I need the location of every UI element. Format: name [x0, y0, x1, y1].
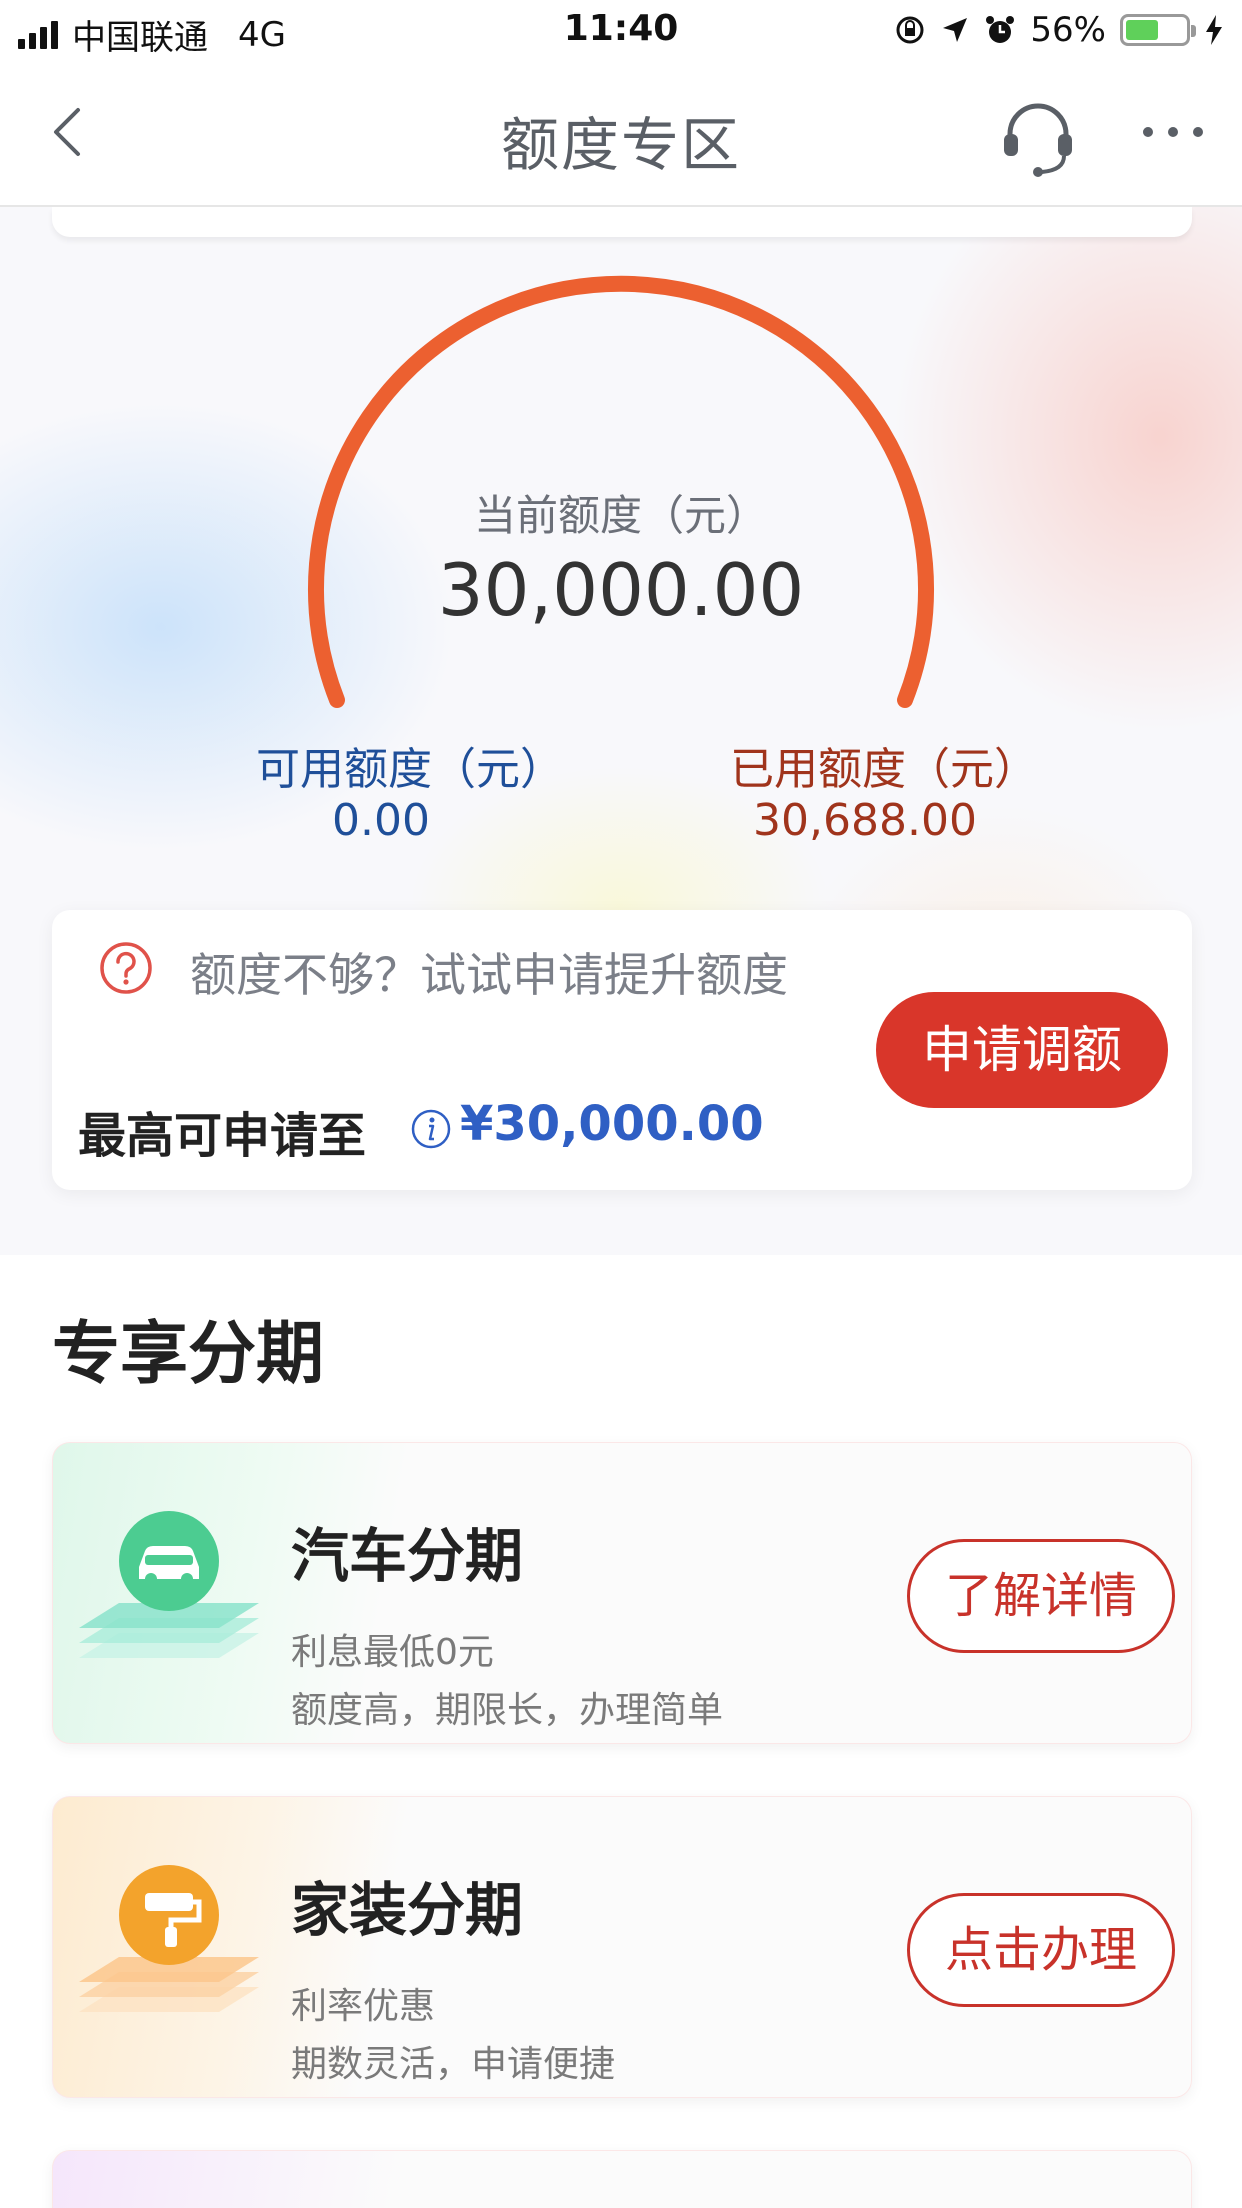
raise-limit-prompt: 额度不够？试试申请提升额度 — [190, 948, 788, 1002]
available-credit-value: 0.00 — [332, 795, 430, 846]
used-credit-value: 30,688.00 — [753, 795, 977, 846]
apply-adjust-button[interactable]: 申请调额 — [876, 992, 1168, 1108]
product-feature: 额度高，期限长，办理简单 — [291, 1690, 724, 1731]
raise-limit-card: 额度不够？试试申请提升额度 最高可申请至 ¥30,000.00 申请调额 — [52, 910, 1192, 1190]
battery-icon — [1120, 14, 1196, 46]
current-credit-label: 当前额度（元） — [473, 491, 768, 540]
used-credit-label: 已用额度（元） — [730, 744, 1038, 795]
rotation-lock-icon — [896, 16, 924, 44]
product-card-partial[interactable] — [52, 2150, 1192, 2208]
product-title: 家装分期 — [291, 1876, 524, 1944]
product-feature: 利息最低0元 — [291, 1632, 494, 1673]
learn-more-button[interactable]: 了解详情 — [907, 1539, 1175, 1653]
available-credit-label: 可用额度（元） — [256, 744, 564, 795]
question-circle-icon — [100, 942, 152, 994]
more-dots-icon[interactable] — [1138, 112, 1208, 152]
headset-icon[interactable] — [998, 98, 1078, 178]
nav-bar: 额度专区 — [0, 62, 1242, 207]
apply-now-button[interactable]: 点击办理 — [907, 1893, 1175, 2007]
status-bar: 中国联通 4G 11:40 56% — [0, 0, 1242, 62]
battery-fill — [1126, 20, 1159, 40]
product-card-home-installment[interactable]: 家装分期 利率优惠 期数灵活，申请便捷 点击办理 — [52, 1796, 1192, 2098]
paint-roller-icon — [79, 1865, 259, 2012]
max-apply-value: ¥30,000.00 — [460, 1096, 764, 1152]
product-title: 汽车分期 — [291, 1522, 524, 1590]
max-apply-label: 最高可申请至 — [78, 1108, 367, 1164]
status-right: 56% — [894, 10, 1224, 50]
car-icon — [79, 1511, 259, 1658]
battery-percent: 56% — [1030, 10, 1106, 50]
current-credit-value: 30,000.00 — [437, 548, 805, 632]
info-icon[interactable] — [410, 1108, 452, 1150]
location-arrow-icon — [943, 18, 968, 42]
product-feature: 利率优惠 — [291, 1986, 436, 2027]
product-card-car-installment[interactable]: 汽车分期 利息最低0元 额度高，期限长，办理简单 了解详情 — [52, 1442, 1192, 1744]
alarm-icon — [986, 16, 1015, 43]
product-feature: 期数灵活，申请便捷 — [291, 2044, 616, 2085]
top-card-edge — [52, 207, 1192, 237]
section-title: 专享分期 — [52, 1315, 325, 1394]
charging-bolt-icon — [1206, 15, 1222, 45]
